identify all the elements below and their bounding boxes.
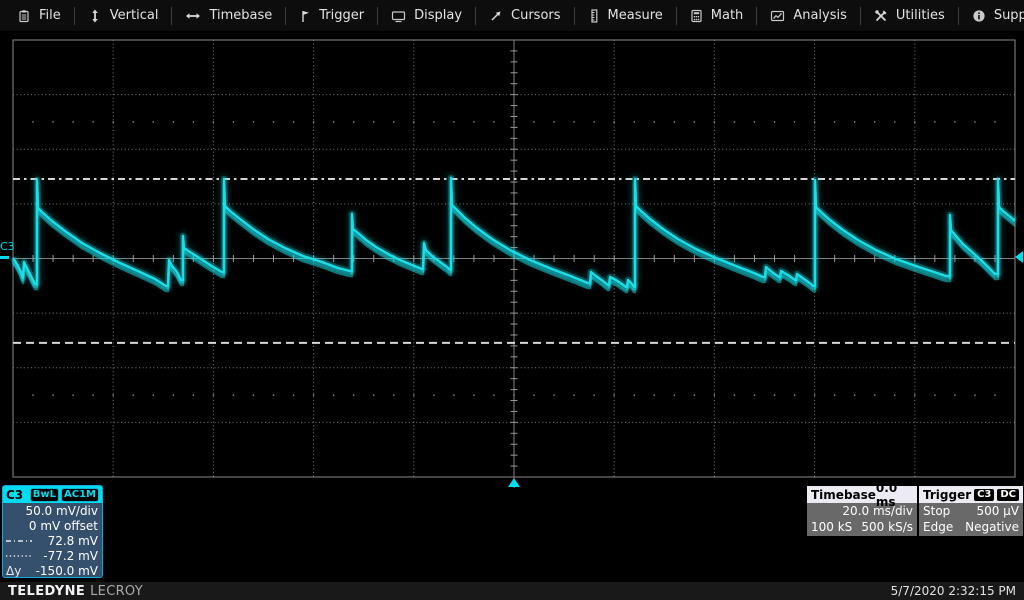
channel-badges: BwLAC1M xyxy=(30,488,99,502)
trigger-slope: Negative xyxy=(965,520,1019,534)
menu-item-label: Vertical xyxy=(110,8,159,23)
menu-item-label: Measure xyxy=(608,8,663,23)
timebase-icon xyxy=(185,9,201,23)
menu-item-label: Math xyxy=(711,8,744,23)
trigger-level-marker[interactable] xyxy=(1015,251,1023,263)
channel-name: C3 xyxy=(6,488,23,502)
menu-item-timebase[interactable]: Timebase xyxy=(172,0,285,31)
timebase-title: Timebase xyxy=(811,488,876,502)
dashdot-line-icon xyxy=(6,539,32,543)
menu-item-label: Timebase xyxy=(209,8,272,23)
trigger-level: 500 µV xyxy=(976,504,1019,518)
menu-item-label: Utilities xyxy=(896,8,945,23)
trigger-body: Stop 500 µV Edge Negative xyxy=(919,503,1023,535)
menu-item-math[interactable]: Math xyxy=(677,0,757,31)
menu-item-display[interactable]: Display xyxy=(378,0,475,31)
trigger-type-row: Edge Negative xyxy=(923,519,1019,535)
timebase-scale: 20.0 ms/div xyxy=(842,504,913,518)
menu-item-label: Trigger xyxy=(319,8,364,23)
trigger-header: Trigger C3 DC xyxy=(919,486,1023,503)
trigger-source-badge: C3 xyxy=(974,489,994,501)
menu-item-label: Display xyxy=(414,8,462,23)
cursor1-value: 72.8 mV xyxy=(48,534,98,548)
oscilloscope-app: { "menu": { "items": [ {"label":"File","… xyxy=(0,0,1024,600)
menu-item-file[interactable]: File xyxy=(4,0,74,31)
status-bar: TELEDYNE LECROY 5/7/2020 2:32:15 PM xyxy=(0,582,1024,600)
vertical-icon xyxy=(88,9,102,23)
menu-item-vertical[interactable]: Vertical xyxy=(75,0,172,31)
menu-item-label: File xyxy=(39,8,61,23)
timebase-sampling-row: 100 kS 500 kS/s xyxy=(811,519,913,535)
cursor1-row: 72.8 mV xyxy=(6,534,98,549)
trigger-descriptor-box[interactable]: Trigger C3 DC Stop 500 µV Edge Negative xyxy=(919,486,1023,536)
menu-item-label: Cursors xyxy=(511,8,561,23)
trigger-icon xyxy=(299,9,311,23)
trigger-title: Trigger xyxy=(923,488,971,502)
timebase-header: Timebase 0.0 ms xyxy=(807,486,917,503)
cursor-delta-value: -150.0 mV xyxy=(36,564,98,578)
brand-secondary: LECROY xyxy=(90,584,143,599)
svg-text:C3: C3 xyxy=(0,240,15,253)
timebase-descriptor-box[interactable]: Timebase 0.0 ms 20.0 ms/div 100 kS 500 k… xyxy=(807,486,917,536)
measure-icon xyxy=(588,9,600,23)
brand-primary: TELEDYNE xyxy=(8,584,85,599)
graticule xyxy=(13,40,1015,488)
cursor2-value: -77.2 mV xyxy=(43,549,98,563)
utilities-icon xyxy=(874,9,888,23)
menu-item-label: Analysis xyxy=(793,8,847,23)
channel-scale-row: 50.0 mV/div xyxy=(6,504,98,519)
menu-item-trigger[interactable]: Trigger xyxy=(286,0,377,31)
datetime: 5/7/2020 2:32:15 PM xyxy=(891,584,1016,598)
support-icon xyxy=(972,9,986,23)
channel-badge-bwl: BwL xyxy=(30,488,59,502)
channel-offset-row: 0 mV offset xyxy=(6,519,98,534)
timebase-rate: 500 kS/s xyxy=(861,520,913,534)
math-icon xyxy=(690,9,703,23)
menu-bar: File Vertical Timebase Trigger Display Cursor… xyxy=(0,0,1024,31)
menu-item-analysis[interactable]: Analysis xyxy=(757,0,860,31)
timebase-samples: 100 kS xyxy=(811,520,852,534)
channel-offset: 0 mV offset xyxy=(29,519,98,533)
dotted-line-icon xyxy=(6,554,32,558)
channel-header: C3 BwLAC1M xyxy=(3,486,102,503)
channel-body: 50.0 mV/div 0 mV offset 72.8 mV -77.2 mV… xyxy=(3,503,102,578)
channel-scale: 50.0 mV/div xyxy=(25,504,98,518)
display-icon xyxy=(391,9,406,23)
trigger-coupling-badge: DC xyxy=(997,489,1019,501)
menu-item-support[interactable]: Support xyxy=(959,0,1024,31)
delta-y-label: Δy xyxy=(6,564,21,578)
cursor2-row: -77.2 mV xyxy=(6,548,98,563)
analysis-icon xyxy=(770,9,785,23)
cursors-icon xyxy=(489,9,503,23)
timebase-body: 20.0 ms/div 100 kS 500 kS/s xyxy=(807,503,917,535)
trigger-type: Edge xyxy=(923,520,953,534)
trigger-mode-row: Stop 500 µV xyxy=(923,503,1019,519)
menu-item-label: Support xyxy=(994,8,1024,23)
trigger-mode: Stop xyxy=(923,504,950,518)
trigger-badges: C3 DC xyxy=(974,489,1019,501)
menu-item-cursors[interactable]: Cursors xyxy=(476,0,574,31)
file-icon xyxy=(17,9,31,23)
cursor-delta-row: Δy -150.0 mV xyxy=(6,563,98,578)
channel-badge-ac1m: AC1M xyxy=(61,488,99,502)
trigger-time-marker[interactable] xyxy=(508,478,520,487)
menu-item-utilities[interactable]: Utilities xyxy=(861,0,958,31)
teledyne-lecroy-logo: TELEDYNE LECROY xyxy=(8,584,143,599)
timebase-scale-row: 20.0 ms/div xyxy=(811,503,913,519)
channel-zero-marker[interactable]: C3 xyxy=(0,240,15,259)
channel-c3-descriptor-box[interactable]: C3 BwLAC1M 50.0 mV/div 0 mV offset 72.8 … xyxy=(2,485,103,578)
menu-item-measure[interactable]: Measure xyxy=(575,0,676,31)
